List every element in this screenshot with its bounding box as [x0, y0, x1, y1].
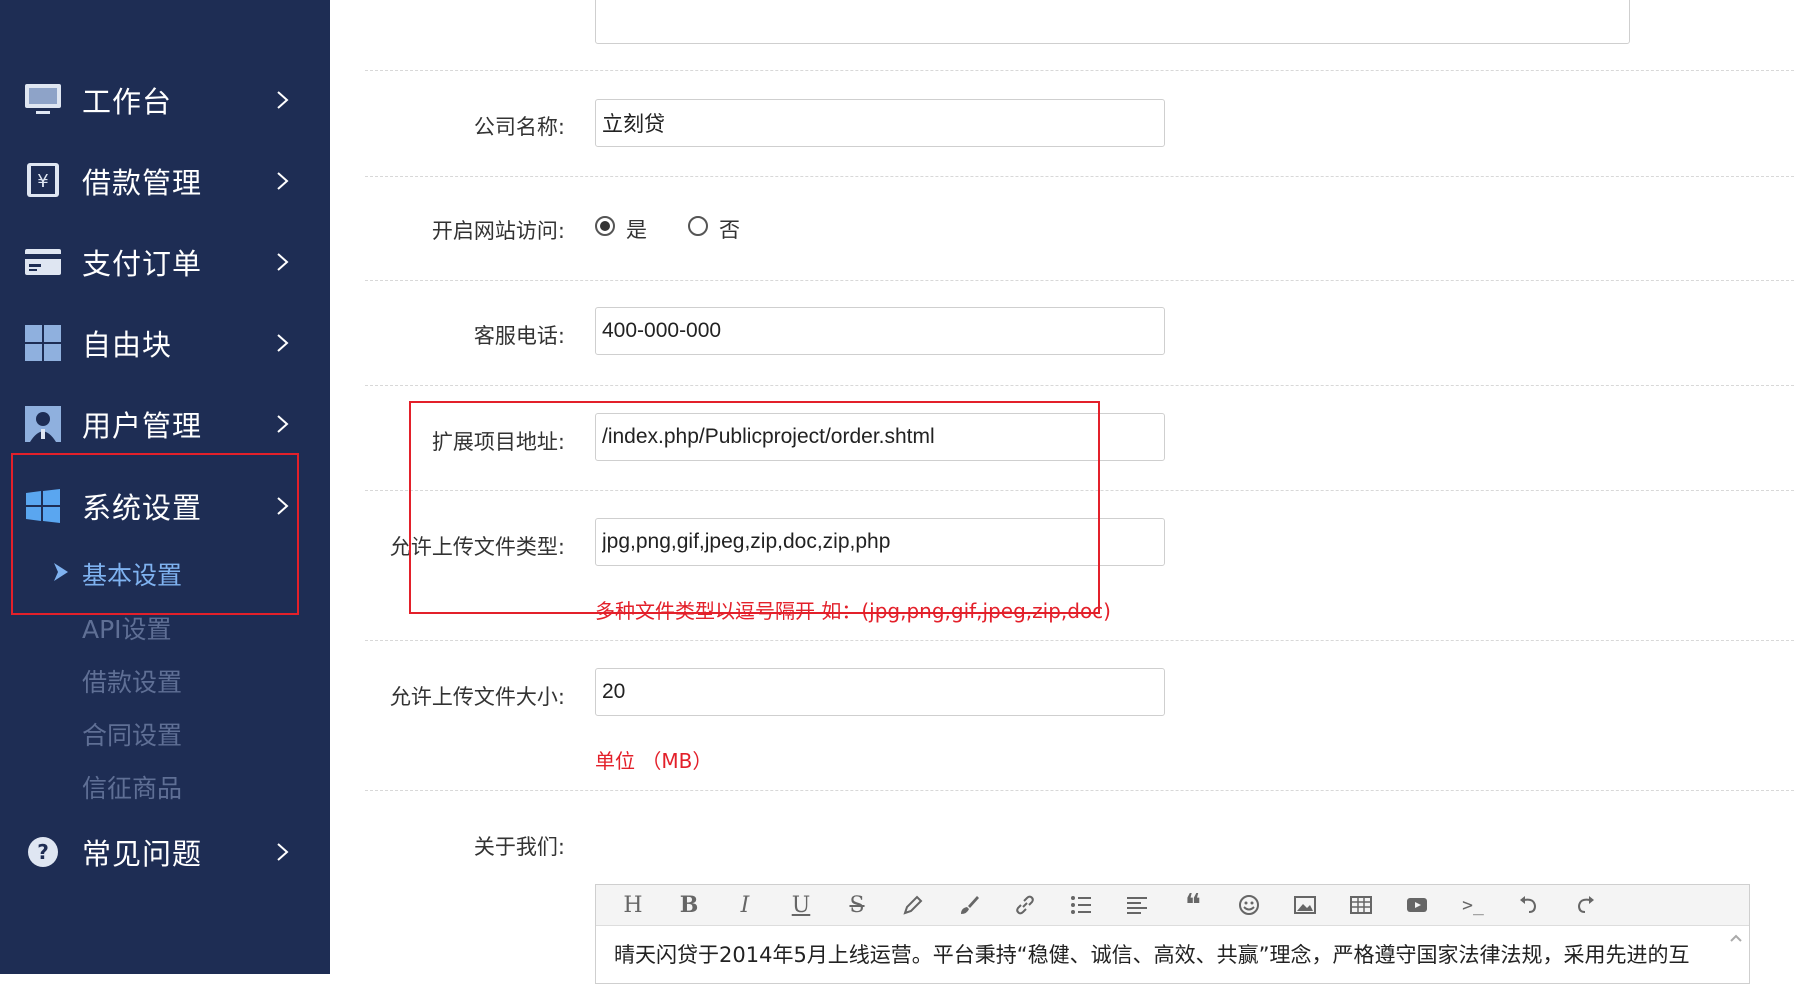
sidebar-item-loan-management[interactable]: ¥ 借款管理: [0, 145, 330, 217]
company-name-label: 公司名称:: [473, 115, 565, 139]
chevron-right-icon: [277, 843, 289, 861]
submenu-item-contract-settings[interactable]: 合同设置: [82, 716, 182, 752]
grid-blocks-icon: [24, 324, 62, 362]
sidebar-item-label: 工作台: [82, 85, 173, 119]
upload-size-input[interactable]: [595, 668, 1165, 716]
upload-types-label: 允许上传文件类型:: [389, 535, 565, 559]
submenu-item-api-settings[interactable]: API设置: [82, 610, 172, 646]
strikethrough-icon[interactable]: S: [842, 890, 872, 920]
upload-types-hint: 多种文件类型以逗号隔开 如：(jpg,png,gif,jpeg,zip,doc): [595, 599, 1111, 623]
sidebar-item-label: 支付订单: [82, 247, 203, 281]
emoji-icon[interactable]: [1234, 890, 1264, 920]
upload-size-label: 允许上传文件大小:: [389, 685, 565, 709]
chevron-right-icon: [277, 253, 289, 271]
sidebar-item-label: 借款管理: [82, 166, 203, 200]
sidebar-item-label: 系统设置: [82, 491, 203, 525]
bold-icon[interactable]: B: [674, 890, 704, 920]
svg-text:¥: ¥: [37, 171, 48, 192]
site-access-no-label: 否: [719, 218, 740, 242]
row-divider: [365, 385, 1794, 386]
card-icon: [24, 243, 62, 281]
heading-icon[interactable]: H: [618, 890, 648, 920]
site-access-yes-label: 是: [626, 218, 647, 242]
upload-size-hint: 单位 （MB）: [595, 749, 713, 773]
settings-form: 公司名称: 开启网站访问: 是 否 客服电话: 扩展项目地址: 允许上传文件类型…: [330, 0, 1794, 974]
image-icon[interactable]: [1290, 890, 1320, 920]
submenu-item-basic-settings[interactable]: 基本设置: [82, 556, 182, 592]
submenu-item-loan-settings[interactable]: 借款设置: [82, 663, 182, 699]
about-us-content: 晴天闪贷于2014年5月上线运营。平台秉持“稳健、诚信、高效、共赢”理念，严格遵…: [614, 943, 1690, 967]
chevron-right-icon: [277, 91, 289, 109]
row-divider: [365, 176, 1794, 177]
site-access-no-radio[interactable]: [688, 216, 708, 236]
monitor-icon: [24, 81, 62, 119]
list-icon[interactable]: [1066, 890, 1096, 920]
row-divider: [365, 490, 1794, 491]
site-access-label: 开启网站访问:: [431, 219, 565, 243]
sidebar-item-workbench[interactable]: 工作台: [0, 64, 330, 136]
ext-project-url-label: 扩展项目地址:: [431, 430, 565, 454]
sidebar-item-faq[interactable]: ? 常见问题: [0, 816, 330, 888]
link-icon[interactable]: [1010, 890, 1040, 920]
ext-project-url-input[interactable]: [595, 413, 1165, 461]
italic-icon[interactable]: I: [730, 890, 760, 920]
about-us-editor[interactable]: H B I U S ❝ >_ 晴天闪贷于2014年5月上线运营。平台秉持“稳健、…: [595, 884, 1750, 984]
sidebar-item-user-management[interactable]: 用户管理: [0, 388, 330, 460]
video-icon[interactable]: [1402, 890, 1432, 920]
caret-right-icon: [54, 563, 68, 581]
company-name-input[interactable]: [595, 99, 1165, 147]
service-phone-input[interactable]: [595, 307, 1165, 355]
pen-icon[interactable]: [898, 890, 928, 920]
sidebar-item-label: 自由块: [82, 328, 173, 362]
question-icon: ?: [24, 833, 62, 871]
about-us-label: 关于我们:: [473, 835, 565, 859]
redo-icon[interactable]: [1570, 890, 1600, 920]
align-icon[interactable]: [1122, 890, 1152, 920]
yuan-book-icon: ¥: [24, 162, 62, 200]
sidebar: 工作台 ¥ 借款管理 支付订单 自由块 用户管理 系统设置 基本设置 API设置…: [0, 0, 330, 974]
textarea-field-top[interactable]: [595, 0, 1630, 44]
underline-icon[interactable]: U: [786, 890, 816, 920]
table-icon[interactable]: [1346, 890, 1376, 920]
undo-icon[interactable]: [1514, 890, 1544, 920]
row-divider: [365, 790, 1794, 791]
sidebar-item-label: 常见问题: [82, 837, 203, 871]
sidebar-item-free-blocks[interactable]: 自由块: [0, 307, 330, 379]
row-divider: [365, 280, 1794, 281]
chevron-right-icon: [277, 334, 289, 352]
row-divider: [365, 640, 1794, 641]
submenu-item-credit-goods[interactable]: 信征商品: [82, 769, 182, 805]
chevron-right-icon: [277, 497, 289, 515]
sidebar-item-label: 用户管理: [82, 409, 203, 443]
site-access-yes-radio[interactable]: [595, 216, 615, 236]
scroll-up-icon[interactable]: [1729, 933, 1743, 943]
editor-toolbar: H B I U S ❝ >_: [596, 885, 1749, 926]
upload-types-input[interactable]: [595, 518, 1165, 566]
chevron-right-icon: [277, 172, 289, 190]
quote-icon[interactable]: ❝: [1178, 888, 1208, 923]
row-divider: [365, 70, 1794, 71]
user-icon: [24, 405, 62, 443]
sidebar-item-system-settings[interactable]: 系统设置: [0, 470, 330, 542]
service-phone-label: 客服电话:: [473, 324, 565, 348]
code-icon[interactable]: >_: [1458, 890, 1488, 920]
chevron-right-icon: [277, 415, 289, 433]
windows-icon: [24, 487, 62, 525]
svg-text:?: ?: [37, 840, 49, 864]
sidebar-item-payment-orders[interactable]: 支付订单: [0, 226, 330, 298]
brush-icon[interactable]: [954, 890, 984, 920]
